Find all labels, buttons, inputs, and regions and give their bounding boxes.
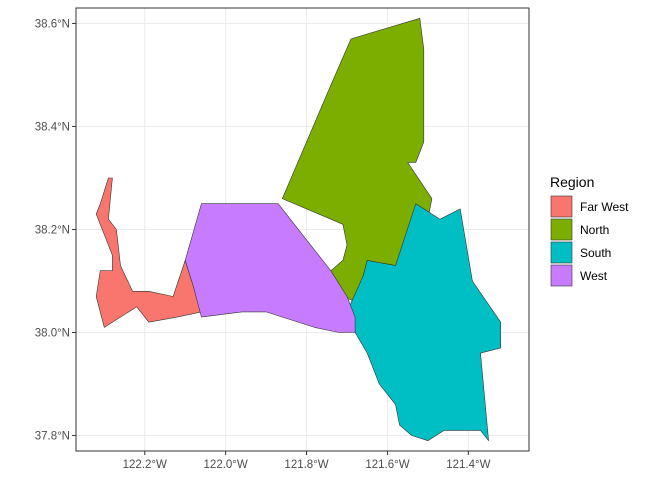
legend-entries: Far West North South West (550, 195, 629, 287)
x-tick-label-0: 122.2°W (123, 459, 167, 471)
legend-label-north: North (580, 223, 609, 237)
x-tick-label-3: 121.6°W (365, 459, 409, 471)
x-tick-label-1: 122.0°W (204, 459, 248, 471)
region-map: 122.2°W 122.0°W 121.8°W 121.6°W 121.4°W 37.8°… (35, 7, 629, 471)
y-tick-label-1: 38.0°N (35, 328, 70, 340)
legend-swatch-far-west (550, 195, 573, 218)
x-tick-label-4: 121.4°W (446, 459, 490, 471)
legend-title: Region (550, 174, 594, 190)
y-tick-label-3: 38.4°N (35, 121, 70, 133)
legend-label-far-west: Far West (580, 200, 629, 214)
x-tick-label-2: 121.8°W (284, 459, 328, 471)
legend-swatch-south (550, 241, 573, 264)
legend-label-west: West (580, 269, 608, 283)
legend-swatch-north (550, 218, 573, 241)
y-tick-label-2: 38.2°N (35, 225, 70, 237)
y-tick-label-0: 37.8°N (35, 431, 70, 443)
legend-swatch-west (550, 264, 573, 287)
region-far-west (95, 177, 202, 328)
region-west (184, 203, 356, 333)
legend-label-south: South (580, 246, 611, 260)
legend: Region Far West North South West (550, 174, 629, 287)
y-tick-label-4: 38.6°N (35, 18, 70, 30)
